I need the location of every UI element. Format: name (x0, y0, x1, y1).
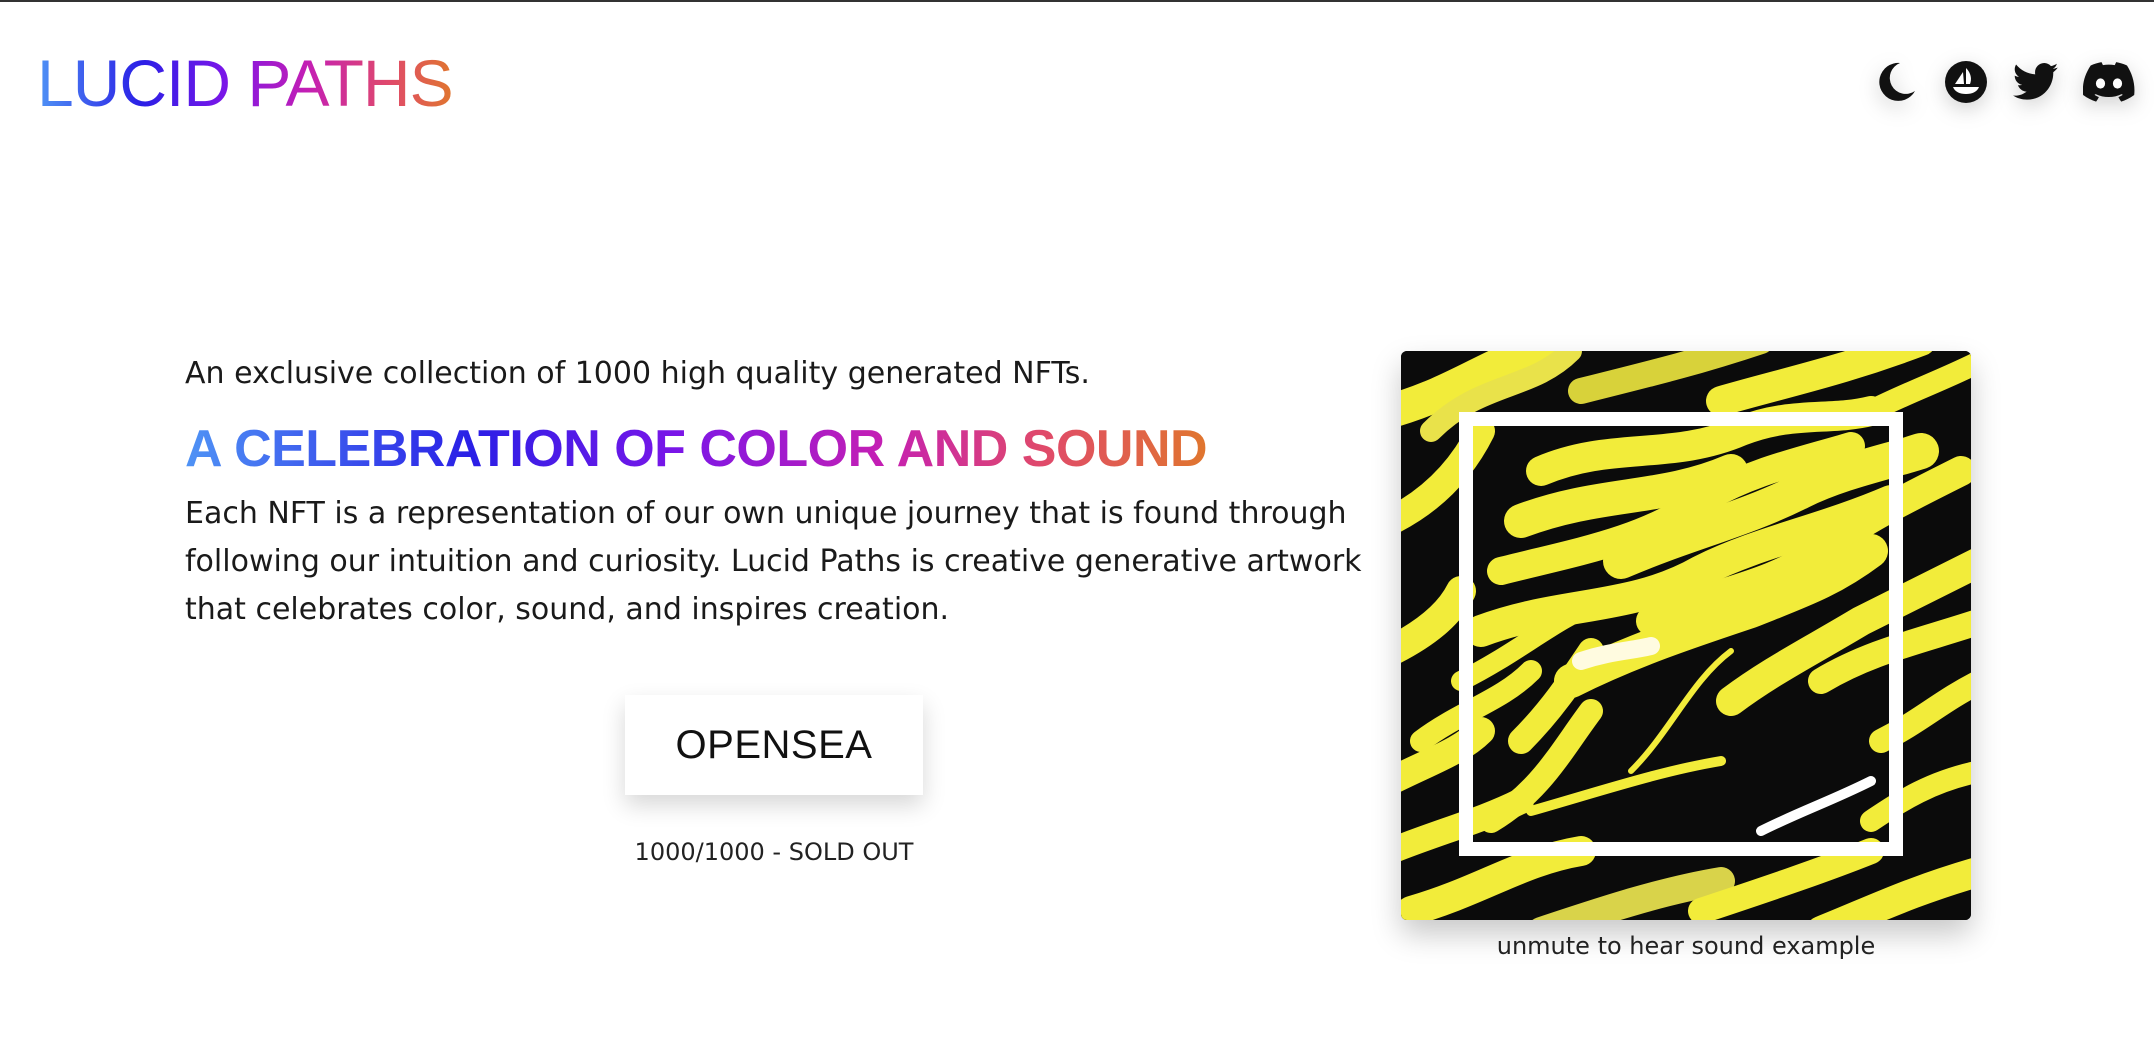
top-border (0, 0, 2154, 2)
hero-description: Each NFT is a representation of our own … (185, 496, 1362, 627)
nft-artwork-image (1401, 351, 1971, 920)
hero-headline: A CELEBRATION OF COLOR AND SOUND (185, 420, 1208, 478)
twitter-link[interactable] (2012, 58, 2060, 106)
sound-caption: unmute to hear sound example (1496, 932, 1876, 960)
discord-link[interactable] (2082, 58, 2136, 106)
nft-artwork-video[interactable] (1401, 351, 1971, 920)
discord-icon (2083, 62, 2135, 102)
cta-container: OPENSEA (625, 695, 923, 795)
hero-tagline: An exclusive collection of 1000 high qua… (185, 356, 1090, 391)
dark-mode-toggle[interactable] (1872, 58, 1920, 106)
site-logo[interactable]: LUCID PATHS (37, 50, 454, 116)
opensea-link[interactable] (1942, 58, 1990, 106)
opensea-icon (1945, 61, 1987, 103)
supply-status: 1000/1000 - SOLD OUT (634, 838, 914, 866)
social-nav (1872, 58, 2136, 106)
moon-icon (1879, 62, 1915, 101)
hero-section: An exclusive collection of 1000 high qua… (185, 352, 1365, 634)
opensea-button[interactable]: OPENSEA (625, 695, 923, 795)
twitter-icon (2013, 63, 2059, 100)
